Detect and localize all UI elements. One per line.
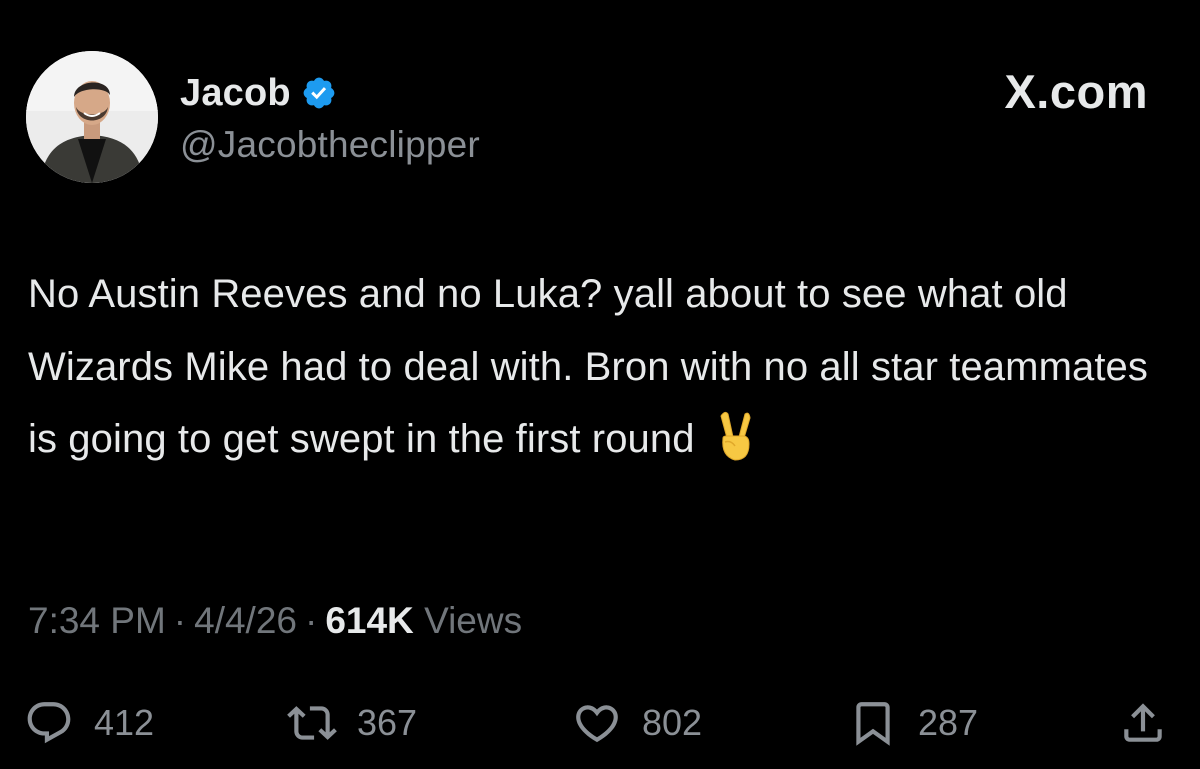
meta-separator: · xyxy=(173,600,187,641)
like-count: 802 xyxy=(642,702,703,743)
views-count: 614K xyxy=(325,600,414,641)
views-label: Views xyxy=(424,600,523,641)
bookmark-icon xyxy=(856,702,890,746)
verified-badge-icon xyxy=(301,75,337,111)
reply-icon xyxy=(27,702,71,744)
tweet-actions-bar: 412 367 802 287 xyxy=(0,690,1200,760)
victory-hand-emoji xyxy=(711,410,757,462)
author-handle[interactable]: @Jacobtheclipper xyxy=(180,124,480,166)
tweet-date[interactable]: 4/4/26 xyxy=(194,600,297,641)
share-button[interactable] xyxy=(1118,690,1168,756)
avatar-photo xyxy=(26,51,158,183)
repost-button[interactable]: 367 xyxy=(287,690,417,756)
share-icon xyxy=(1124,703,1162,742)
like-button[interactable]: 802 xyxy=(572,690,702,756)
repost-count: 367 xyxy=(357,702,418,743)
tweet-text: No Austin Reeves and no Luka? yall about… xyxy=(28,272,1148,461)
brand-label: X.com xyxy=(1004,65,1148,118)
reply-count: 412 xyxy=(94,702,155,743)
tweet-card: Jacob @Jacobtheclipper X.com No Austin R… xyxy=(0,0,1200,769)
avatar[interactable] xyxy=(26,51,158,183)
author-name-row[interactable]: Jacob xyxy=(180,68,337,118)
author-display-name[interactable]: Jacob xyxy=(180,72,291,115)
reply-button[interactable]: 412 xyxy=(24,690,154,756)
tweet-meta: 7:34 PM · 4/4/26 · 614K Views xyxy=(28,600,522,642)
bookmark-count: 287 xyxy=(918,702,979,743)
tweet-time[interactable]: 7:34 PM xyxy=(28,600,166,641)
bookmark-button[interactable]: 287 xyxy=(848,690,978,756)
heart-icon xyxy=(576,705,618,743)
repost-icon xyxy=(287,706,337,740)
meta-separator: · xyxy=(305,600,318,641)
tweet-text-block: No Austin Reeves and no Luka? yall about… xyxy=(28,258,1178,476)
